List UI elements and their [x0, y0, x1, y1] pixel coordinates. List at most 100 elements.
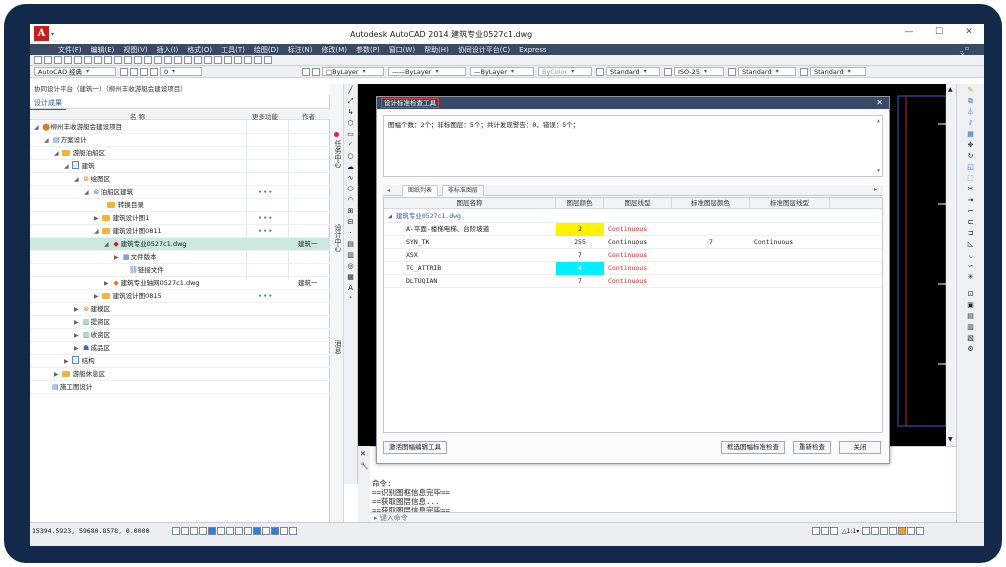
messages-label[interactable]: 消息	[333, 340, 343, 354]
tree-node[interactable]: ⛓链接文件	[30, 264, 330, 277]
cut-icon[interactable]	[94, 56, 102, 64]
expand-arrow-icon[interactable]: ◢	[34, 124, 39, 131]
tree-node[interactable]: ▶ ▥收资区	[30, 329, 330, 342]
polyline-icon[interactable]: ↳	[346, 108, 355, 117]
autocad-logo-icon[interactable]: A	[34, 26, 49, 41]
menu-draw[interactable]: 绘图(D)	[254, 45, 279, 55]
expand-arrow-icon[interactable]: ◢	[94, 228, 99, 235]
more-actions-icon[interactable]: •••	[258, 225, 273, 238]
selection-cycling-icon[interactable]	[289, 527, 297, 535]
offset-icon[interactable]: ⫽	[966, 119, 975, 128]
col-layer-name[interactable]: 图层名称	[384, 198, 556, 209]
infer-constraints-icon[interactable]	[172, 527, 180, 535]
more-actions-icon[interactable]: •••	[258, 186, 273, 199]
annotation-scale-icon[interactable]: △1:1▾	[842, 528, 859, 535]
rectangle-icon[interactable]: ▭	[346, 130, 355, 139]
zoom-realtime-icon[interactable]	[174, 56, 182, 64]
tab-scroll-right-icon[interactable]: ▸	[874, 186, 877, 193]
circle-icon[interactable]: ○	[346, 152, 355, 161]
zoom-window-icon[interactable]	[184, 56, 192, 64]
text-style-select[interactable]: Standard ▾	[606, 67, 660, 76]
ellipse-icon[interactable]: ⬭	[346, 185, 355, 194]
trim-icon[interactable]: ✂	[966, 185, 975, 194]
tree-node[interactable]: ◢ ⊛ 泊船区建筑 •••	[30, 186, 330, 199]
quick-view-layouts-icon[interactable]	[821, 527, 829, 535]
arc-icon[interactable]: ◜	[346, 141, 355, 150]
lineweight-toggle-icon[interactable]	[262, 527, 270, 535]
scroll-up-icon[interactable]: ▲	[948, 86, 953, 93]
expand-arrow-icon[interactable]: ▶	[74, 306, 79, 313]
design-center-label[interactable]: 设计中心	[333, 224, 343, 252]
plot-style-select[interactable]: ByColor ▾	[538, 67, 592, 76]
object-snap-icon[interactable]: ⊡	[966, 290, 975, 299]
copy-object-icon[interactable]: ⧉	[966, 97, 975, 106]
scale-icon[interactable]: ◱	[966, 163, 975, 172]
expand-arrow-icon[interactable]: ▶	[74, 319, 79, 326]
text-style-icon[interactable]	[596, 67, 604, 76]
tree-node[interactable]: ▤施工图设计	[30, 381, 330, 394]
menu-file[interactable]: 文件(F)	[58, 45, 82, 55]
close-button[interactable]: 关闭	[839, 441, 881, 454]
sheet-set-icon[interactable]	[234, 56, 242, 64]
tree-node[interactable]: ◢ ◆ 建筑专业0527c1.dwg 建筑一	[30, 238, 330, 251]
dynamic-input-icon[interactable]	[253, 527, 261, 535]
group-row[interactable]: ◢ 建筑专业0527c1.dwg	[384, 210, 882, 223]
col-layer-color[interactable]: 图层颜色	[556, 198, 604, 209]
tree-node[interactable]: 转换目录	[30, 199, 330, 212]
expand-arrow-icon[interactable]: ◢	[74, 176, 79, 183]
tree-node[interactable]: ◢ ⬤柳州丰收游艇会建设项目	[30, 121, 330, 134]
gradient-icon[interactable]: ▥	[346, 251, 355, 260]
markup-icon[interactable]	[244, 56, 252, 64]
ellipse-arc-icon[interactable]: ◠	[346, 196, 355, 205]
fillet-icon[interactable]: ◟	[966, 251, 975, 260]
isolate-objects-icon[interactable]	[907, 527, 916, 535]
expand-arrow-icon[interactable]: ▶	[74, 345, 79, 352]
move-icon[interactable]: ✥	[966, 141, 975, 150]
app-menu-chevron-icon[interactable]: ▾	[51, 31, 54, 38]
block-editor-icon[interactable]	[134, 56, 142, 64]
more-actions-icon[interactable]: •••	[258, 290, 273, 303]
menu-modify[interactable]: 修改(M)	[321, 45, 347, 55]
annotation-visibility-icon[interactable]	[862, 527, 871, 535]
maximize-icon[interactable]: ☐	[932, 27, 946, 37]
clean-screen-icon[interactable]	[916, 527, 925, 535]
scroll-down-icon[interactable]: ▼	[877, 168, 880, 174]
expand-arrow-icon[interactable]: ▶	[94, 293, 99, 300]
linetype-control-select[interactable]: —— ByLayer ▾	[388, 67, 466, 76]
menu-window[interactable]: 窗口(W)	[389, 45, 415, 55]
region-icon[interactable]: ◎	[346, 262, 355, 271]
add-selected-icon[interactable]: ⁺	[346, 295, 355, 304]
chamfer-icon[interactable]: ◺	[966, 240, 975, 249]
layer-row[interactable]: TC_ATTRIB 4 Continuous	[384, 262, 882, 275]
menu-help[interactable]: 帮助(H)	[424, 45, 449, 55]
tree-node[interactable]: ▶ ⊛ 建模区	[30, 303, 330, 316]
properties-icon[interactable]	[204, 56, 212, 64]
preview-icon[interactable]	[74, 56, 82, 64]
make-block-icon[interactable]: ⊟	[346, 218, 355, 227]
tab-scroll-left-icon[interactable]: ◂	[387, 187, 390, 194]
col-std-color[interactable]: 标准图层颜色	[672, 198, 750, 209]
zoom-previous-icon[interactable]	[194, 56, 202, 64]
mtext-icon[interactable]: A	[346, 284, 355, 293]
tree-node[interactable]: ▶ 游艇休息区	[30, 368, 330, 381]
expand-arrow-icon[interactable]: ▶	[94, 215, 99, 222]
break-icon[interactable]: ⊏	[966, 218, 975, 227]
color-control-select[interactable]: □ ByLayer ▾	[322, 67, 384, 76]
open-icon[interactable]	[44, 56, 52, 64]
snap-center-icon[interactable]: ▧	[966, 334, 975, 343]
model-space-icon[interactable]	[812, 527, 820, 535]
rotate-icon[interactable]: ↻	[966, 152, 975, 161]
layer-row[interactable]: DLTUQIAN 7 Continuous	[384, 275, 882, 288]
redo-icon[interactable]	[154, 56, 162, 64]
quick-view-drawings-icon[interactable]	[830, 527, 838, 535]
menu-dimension[interactable]: 标注(N)	[288, 45, 313, 55]
blend-icon[interactable]: ∽	[966, 262, 975, 271]
layer-state-icon[interactable]	[130, 67, 138, 76]
more-actions-icon[interactable]: •••	[258, 212, 273, 225]
command-input[interactable]: ▸ 键入命令	[370, 512, 956, 522]
tool-palettes-icon[interactable]	[224, 56, 232, 64]
object-snap-toggle-icon[interactable]	[217, 527, 225, 535]
help-icon[interactable]	[264, 56, 272, 64]
snap-endpoint-icon[interactable]: ▣	[966, 301, 975, 310]
tree-node[interactable]: ▶ 建筑设计图1 •••	[30, 212, 330, 225]
